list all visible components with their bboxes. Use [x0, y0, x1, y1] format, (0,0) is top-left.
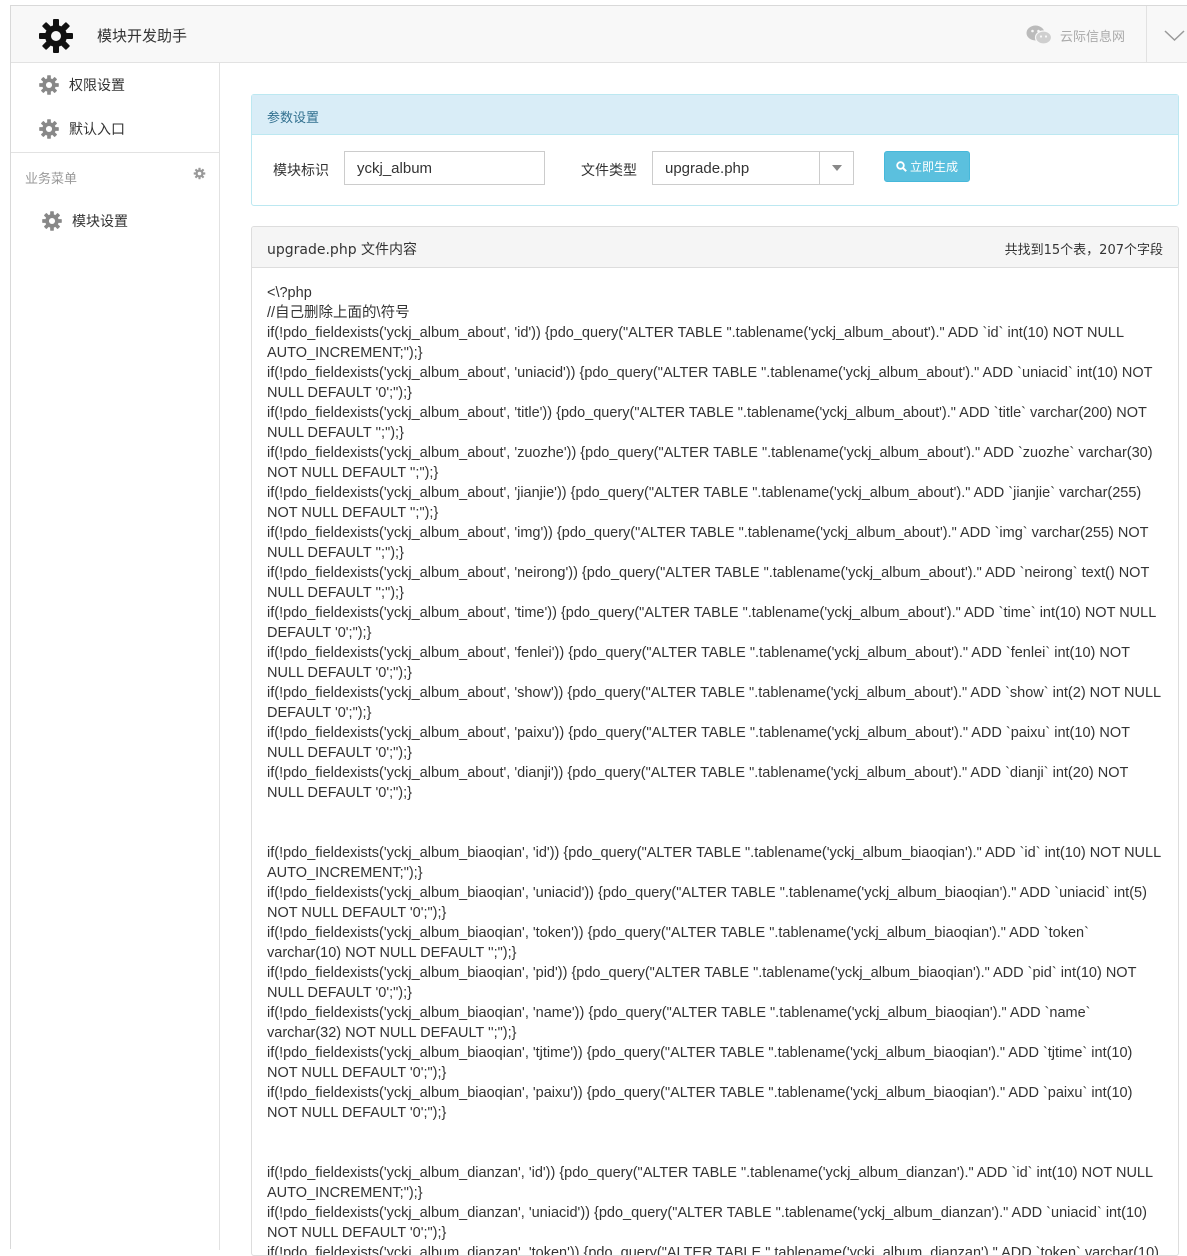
field-count: 共找到15个表，207个字段: [1004, 243, 1163, 258]
gear-icon[interactable]: [193, 167, 206, 180]
module-id-label: 模块标识: [273, 163, 329, 179]
gear-icon[interactable]: [38, 18, 74, 54]
code-line: if(!pdo_fieldexists('yckj_album_about', …: [267, 525, 1153, 561]
sidebar-item-permissions[interactable]: 权限设置: [38, 72, 125, 98]
code-line: if(!pdo_fieldexists('yckj_album_biaoqian…: [267, 885, 1151, 921]
params-panel-title: 参数设置: [252, 95, 1178, 135]
file-type-select[interactable]: upgrade.php: [652, 151, 854, 185]
sidebar-item-label: 模块设置: [72, 214, 128, 230]
gear-icon: [39, 75, 59, 95]
module-id-input[interactable]: yckj_album: [344, 151, 545, 185]
wechat-icon: [1026, 25, 1052, 45]
search-icon: [896, 161, 907, 172]
app-window: 模块开发助手 云际信息网 权限设置 默认入口 业务菜单 模块设置 参数设置 模块…: [10, 5, 1187, 1256]
generate-button-label: 立即生成: [909, 160, 958, 174]
sidebar-item-label: 默认入口: [69, 122, 125, 138]
file-content-panel: upgrade.php 文件内容 共找到15个表，207个字段 <\?php //…: [251, 226, 1179, 1256]
generate-button[interactable]: 立即生成: [884, 151, 970, 182]
code-line: if(!pdo_fieldexists('yckj_album_biaoqian…: [267, 1005, 1095, 1041]
top-header: 模块开发助手 云际信息网: [11, 6, 1187, 63]
select-toggle[interactable]: [819, 152, 853, 184]
gear-icon: [42, 211, 62, 231]
file-content-title: upgrade.php 文件内容: [267, 242, 418, 258]
gear-icon: [39, 119, 59, 139]
sidebar-group-title: 业务菜单: [25, 172, 78, 187]
code-line: if(!pdo_fieldexists('yckj_album_biaoqian…: [267, 1045, 1137, 1081]
code-line: if(!pdo_fieldexists('yckj_album_about', …: [267, 325, 1127, 361]
code-line: if(!pdo_fieldexists('yckj_album_about', …: [267, 765, 1133, 801]
file-type-selected: upgrade.php: [665, 160, 750, 177]
code-line: if(!pdo_fieldexists('yckj_album_about', …: [267, 725, 1134, 761]
sidebar-divider: [11, 152, 220, 153]
sidebar-item-default-entry[interactable]: 默认入口: [38, 116, 125, 142]
code-line: if(!pdo_fieldexists('yckj_album_about', …: [267, 365, 1157, 401]
code-line: if(!pdo_fieldexists('yckj_album_about', …: [267, 685, 1165, 721]
sidebar-item-label: 权限设置: [69, 78, 125, 94]
code-line: //自己删除上面的\符号: [267, 305, 410, 321]
caret-down-icon: [831, 165, 842, 171]
sidebar: 权限设置 默认入口 业务菜单 模块设置: [11, 63, 220, 1250]
file-type-label: 文件类型: [581, 163, 637, 179]
code-line: if(!pdo_fieldexists('yckj_album_about', …: [267, 485, 1146, 521]
header-divider: [1146, 6, 1147, 63]
file-content-header: upgrade.php 文件内容 共找到15个表，207个字段: [252, 227, 1178, 268]
app-title: 模块开发助手: [97, 27, 188, 45]
code-line: if(!pdo_fieldexists('yckj_album_dianzan'…: [267, 1165, 1156, 1201]
code-line: if(!pdo_fieldexists('yckj_album_about', …: [267, 565, 1154, 601]
code-line: if(!pdo_fieldexists('yckj_album_about', …: [267, 645, 1134, 681]
code-line: if(!pdo_fieldexists('yckj_album_dianzan'…: [267, 1205, 1151, 1241]
code-line: if(!pdo_fieldexists('yckj_album_biaoqian…: [267, 965, 1141, 1001]
sidebar-item-module-settings[interactable]: 模块设置: [41, 208, 128, 234]
chevron-down-icon[interactable]: [1161, 24, 1187, 46]
code-line: if(!pdo_fieldexists('yckj_album_biaoqian…: [267, 1085, 1137, 1121]
code-line: if(!pdo_fieldexists('yckj_album_biaoqian…: [267, 845, 1164, 881]
code-content[interactable]: <\?php //自己删除上面的\符号 if(!pdo_fieldexists('y…: [252, 268, 1178, 1256]
brand-link[interactable]: 云际信息网: [1026, 23, 1125, 47]
brand-text: 云际信息网: [1060, 28, 1126, 44]
code-line: if(!pdo_fieldexists('yckj_album_about', …: [267, 445, 1157, 481]
code-line: if(!pdo_fieldexists('yckj_album_about', …: [267, 405, 1151, 441]
code-line: if(!pdo_fieldexists('yckj_album_about', …: [267, 605, 1160, 641]
code-line: <\?php: [267, 285, 312, 301]
code-line: if(!pdo_fieldexists('yckj_album_biaoqian…: [267, 925, 1093, 961]
params-panel: 参数设置 模块标识 yckj_album 文件类型 upgrade.php 立即…: [251, 94, 1179, 206]
code-line: if(!pdo_fieldexists('yckj_album_dianzan'…: [267, 1245, 1159, 1256]
